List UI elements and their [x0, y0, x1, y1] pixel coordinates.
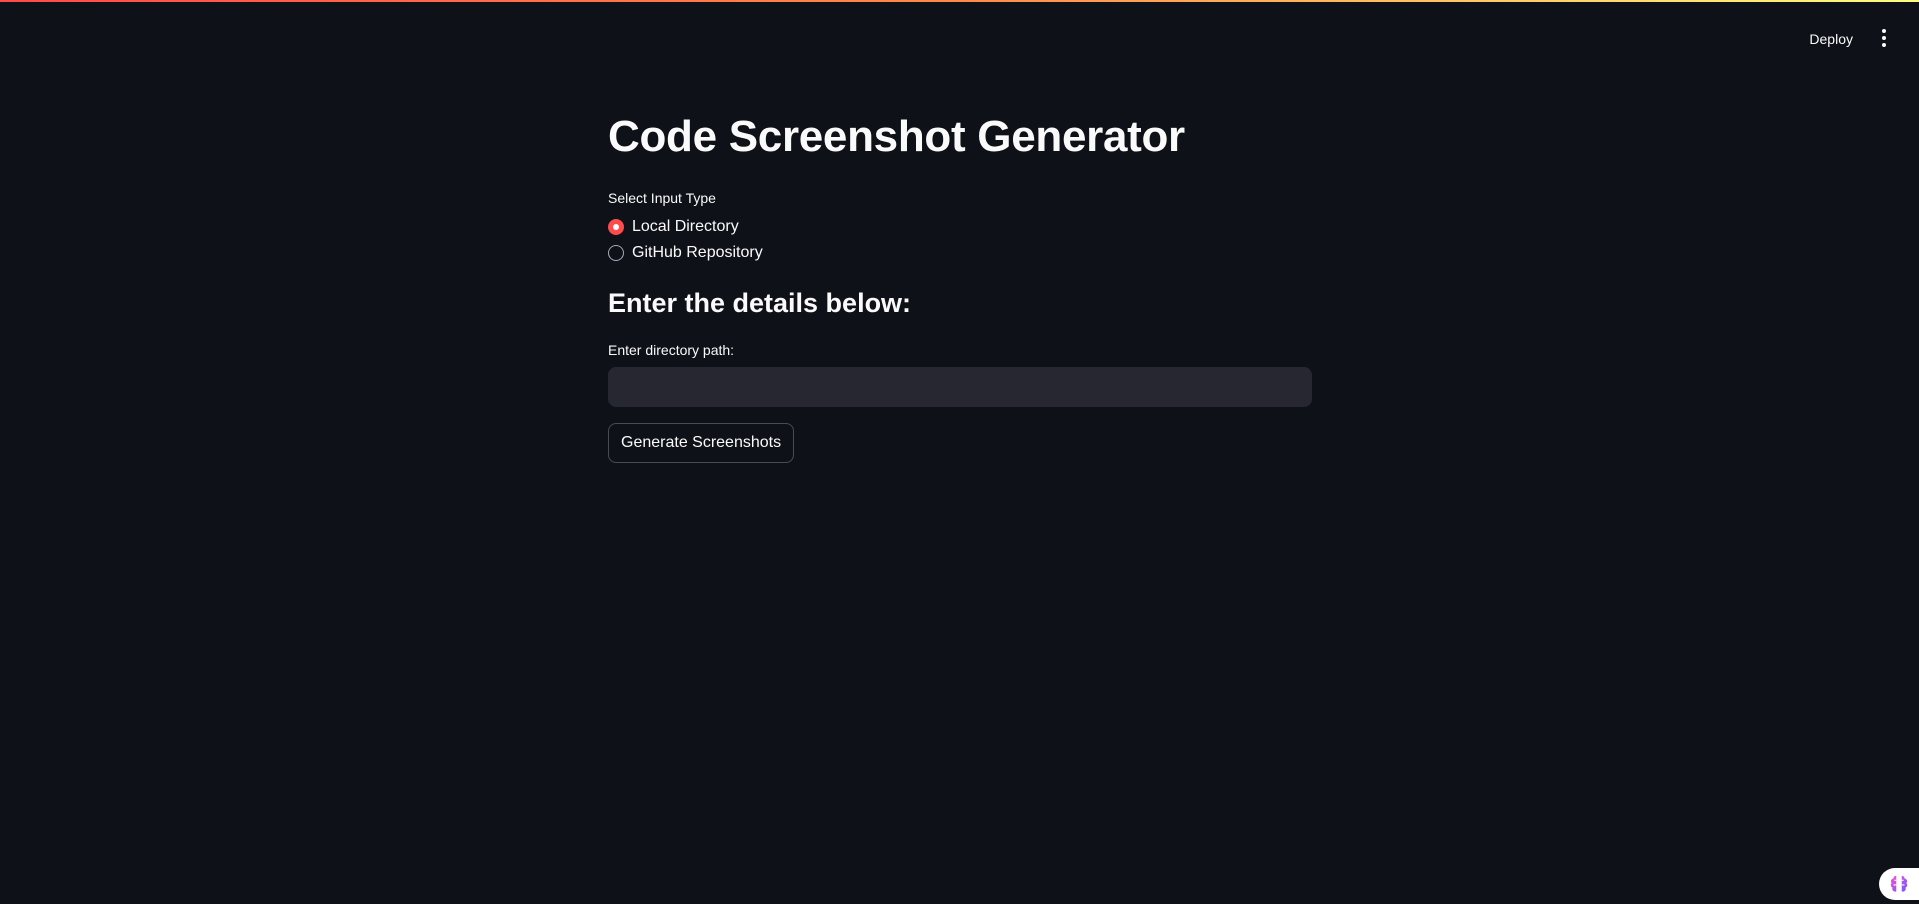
section-subheader: Enter the details below:	[608, 288, 912, 318]
directory-path-input[interactable]	[608, 367, 1312, 407]
directory-path-label: Enter directory path:	[608, 342, 735, 358]
page-title: Code Screenshot Generator	[608, 112, 1185, 161]
radio-option-local-directory[interactable]: Local Directory	[608, 216, 739, 238]
brain-icon	[1890, 875, 1908, 892]
radio-option-github-repository[interactable]: GitHub Repository	[608, 242, 763, 264]
radio-group-label: Select Input Type	[608, 190, 716, 206]
radio-unchecked-icon	[608, 245, 624, 261]
radio-checked-icon	[608, 219, 624, 235]
generate-screenshots-button[interactable]: Generate Screenshots	[608, 423, 795, 463]
radio-option-label: Local Directory	[632, 218, 739, 235]
app-header: Deploy	[0, 2, 1919, 72]
vertical-ellipsis-icon	[1882, 29, 1886, 47]
streamlit-status-badge[interactable]	[1879, 868, 1919, 900]
deploy-button[interactable]: Deploy	[1805, 24, 1857, 54]
main-menu-button[interactable]	[1877, 26, 1891, 50]
radio-option-label: GitHub Repository	[632, 244, 763, 261]
